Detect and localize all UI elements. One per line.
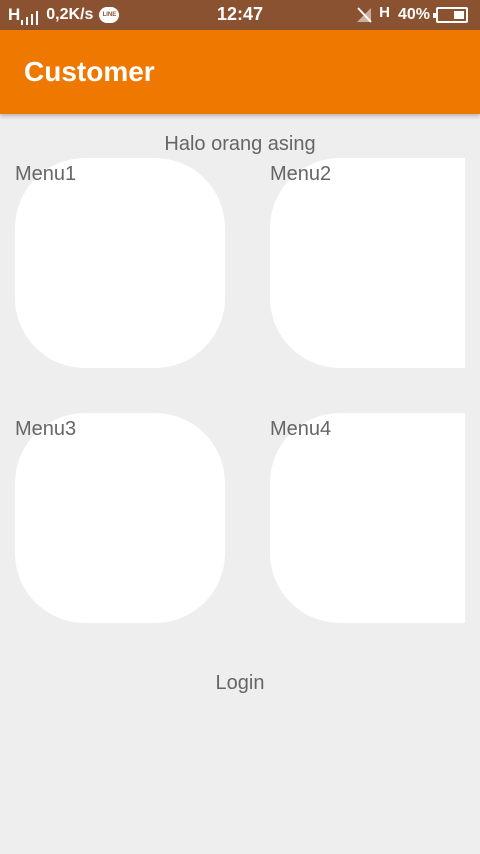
menu3-card[interactable] bbox=[15, 413, 225, 623]
battery-level-fill bbox=[454, 11, 464, 19]
battery-percent: 40% bbox=[397, 6, 430, 23]
greeting-text: Halo orang asing bbox=[164, 133, 316, 155]
mute-icon bbox=[357, 7, 372, 23]
login-button[interactable]: Login bbox=[0, 672, 480, 695]
menu3-label: Menu3 bbox=[15, 418, 77, 440]
status-right: H 40% bbox=[355, 4, 468, 26]
battery-icon bbox=[433, 7, 468, 23]
app-bar: Customer bbox=[0, 30, 480, 114]
menu2-card[interactable] bbox=[270, 158, 465, 368]
menu4-label: Menu4 bbox=[270, 418, 332, 440]
menu2-label: Menu2 bbox=[270, 163, 332, 185]
menu4-card[interactable] bbox=[270, 413, 465, 623]
page-title: Customer bbox=[24, 56, 155, 87]
menu1-card[interactable] bbox=[15, 158, 225, 368]
menu1-label: Menu1 bbox=[15, 163, 77, 185]
status-bar: H 0,2K/s LINE 12:47 H 40% bbox=[0, 0, 480, 30]
network-type: H bbox=[379, 3, 390, 21]
